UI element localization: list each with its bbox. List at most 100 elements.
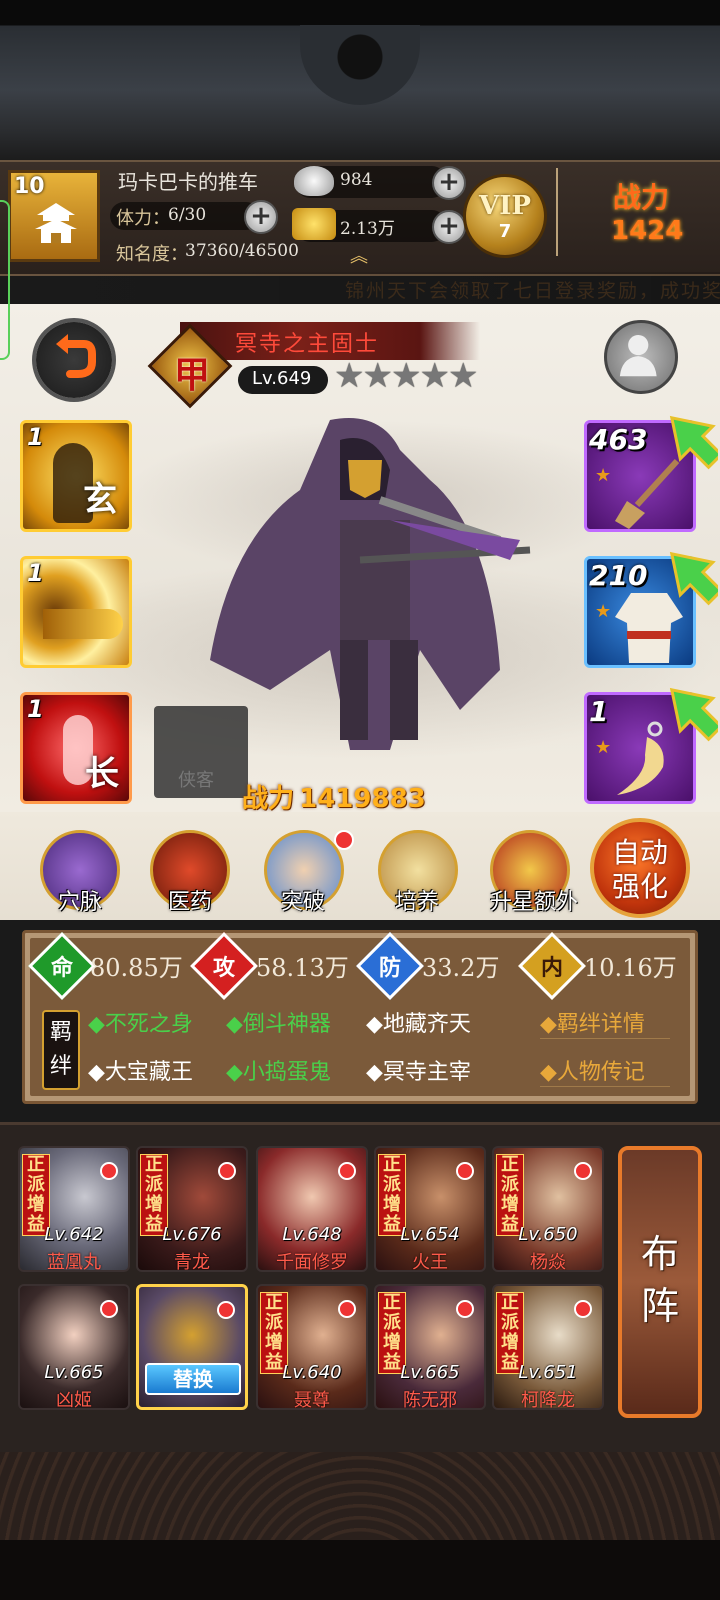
watermark-text: 侠客: [178, 770, 214, 791]
func-label: 穴脉: [57, 890, 102, 915]
hero-name: 蓝凰丸: [47, 1252, 101, 1272]
roster-hero[interactable]: Lv.648 千面修罗: [256, 1146, 368, 1272]
vip-badge[interactable]: VIP 7: [463, 174, 547, 258]
notification-dot: [100, 1300, 118, 1318]
notification-dot: [456, 1162, 474, 1180]
news-ticker: 锦州天下会领取了七日登录奖励，成功奖: [0, 272, 720, 304]
roster-hero[interactable]: Lv.665 凶姬: [18, 1284, 130, 1410]
add-stamina-button[interactable]: +: [244, 200, 278, 234]
back-arrow-icon: [56, 334, 96, 378]
header-power-value: 1424: [611, 216, 684, 246]
notification-dot: [574, 1162, 592, 1180]
hero-level: Lv.640: [282, 1362, 342, 1383]
back-button[interactable]: [36, 322, 112, 398]
stat-value: 33.2万: [422, 954, 500, 982]
stat-key: 攻: [212, 955, 235, 981]
vip-label: VIP: [479, 191, 531, 221]
skill-char: 长: [85, 754, 119, 794]
notification-dot: [217, 1301, 235, 1319]
hero-name: 杨焱: [530, 1252, 566, 1272]
side-drawer-tab[interactable]: [0, 200, 10, 360]
roster-hero[interactable]: 正派增益 Lv.651 柯降龙: [492, 1284, 604, 1410]
hero-power-label: 战力: [242, 784, 295, 814]
stat-key: 命: [50, 955, 73, 981]
roof-ornament: [300, 25, 420, 105]
star-icon: ★: [362, 356, 393, 396]
warrior-silhouette-icon: [619, 334, 657, 377]
star-icon: ★: [595, 601, 612, 622]
roster-hero[interactable]: 正派增益 Lv.665 陈无邪: [374, 1284, 486, 1410]
hero-name: 陈无邪: [403, 1390, 457, 1410]
hero-level: Lv.665: [400, 1362, 460, 1383]
star-icon: ★: [419, 356, 450, 396]
skill-count: 1: [27, 423, 44, 451]
bond-item: ◆大宝藏王: [88, 1060, 193, 1085]
skill-card-1[interactable]: 1 玄: [20, 420, 132, 532]
func-label: 升星额外: [489, 890, 578, 915]
bonds-badge: 羁绊: [42, 1010, 80, 1090]
hero-power-value: 1419883: [299, 784, 426, 814]
hero-name: 冥寺之主固士: [235, 332, 380, 357]
header-power: 战力 1424: [575, 168, 715, 258]
roster-hero[interactable]: 正派增益 Lv.676 青龙: [136, 1146, 248, 1272]
skill-count: 1: [27, 559, 44, 587]
bond-item: ◆冥寺主宰: [366, 1060, 471, 1085]
upgrade-arrow-icon[interactable]: [668, 676, 718, 746]
hero-name: 凶姬: [56, 1390, 92, 1410]
notification-dot: [334, 830, 354, 850]
stat-value: 10.16万: [584, 954, 677, 982]
pagoda-icon: [35, 203, 77, 243]
hero-grade-badge: 甲: [147, 323, 234, 409]
star-icon: ★: [390, 356, 422, 396]
ticker-text: 锦州天下会领取了七日登录奖励，成功奖: [345, 280, 720, 302]
player-level: 10: [14, 174, 45, 199]
player-name: 玛卡巴卡的推车: [118, 170, 258, 194]
skill-card-2[interactable]: 1: [20, 556, 132, 668]
formation-label: 布阵: [640, 1232, 679, 1328]
hero-level: Lv.665: [44, 1362, 104, 1383]
gold-value: 2.13万: [340, 219, 395, 239]
roster-hero[interactable]: 正派增益 Lv.650 杨焱: [492, 1146, 604, 1272]
header-power-label: 战力: [613, 181, 670, 214]
roster-hero[interactable]: 正派增益 Lv.640 聂尊: [256, 1284, 368, 1410]
skill-card-3[interactable]: 1 长: [20, 692, 132, 804]
notification-dot: [574, 1300, 592, 1318]
skill-count: 1: [27, 695, 44, 723]
replace-button[interactable]: 替换: [145, 1363, 241, 1395]
upgrade-arrow-icon[interactable]: [668, 540, 718, 610]
roof-decoration: [0, 0, 720, 160]
bond-details-link[interactable]: ◆羁绊详情: [540, 1006, 670, 1039]
notification-dot: [218, 1162, 236, 1180]
hero-level: Lv.642: [44, 1224, 104, 1245]
hero-level: Lv.648: [282, 1224, 342, 1245]
roster-hero[interactable]: 正派增益 Lv.654 火王: [374, 1146, 486, 1272]
add-silver-button[interactable]: +: [432, 166, 466, 200]
auto-enhance-button[interactable]: 自动强化: [590, 818, 690, 918]
silver-ingot-icon: [294, 166, 334, 196]
hero-level: Lv.676: [162, 1224, 222, 1245]
fame-label: 知名度：: [116, 244, 188, 265]
roster-hero-selected[interactable]: 替换: [136, 1284, 248, 1410]
biography-link[interactable]: ◆人物传记: [540, 1054, 670, 1087]
roster-hero[interactable]: 正派增益 Lv.642 蓝凰丸: [18, 1146, 130, 1272]
bond-item: ◆地藏齐天: [366, 1012, 471, 1037]
hero-detail-button[interactable]: [604, 320, 678, 394]
hero-level: Lv.654: [400, 1224, 460, 1245]
star-icon: ★: [334, 356, 365, 396]
notification-dot: [338, 1162, 356, 1180]
func-label: 突破: [280, 890, 325, 915]
hero-star-rating: ★★★★★: [334, 356, 479, 396]
add-gold-button[interactable]: +: [432, 210, 466, 244]
star-icon: ★: [447, 356, 479, 396]
vip-level: 7: [498, 221, 512, 242]
upgrade-arrow-icon[interactable]: [668, 404, 718, 474]
stamina-label: 体力：: [116, 208, 170, 229]
bonds-label: 羁绊: [49, 1020, 72, 1079]
func-label: 培养: [394, 890, 439, 915]
fame-value: 37360/46500: [185, 241, 299, 261]
bond-item: ◆不死之身: [88, 1012, 193, 1037]
hero-name: 火王: [412, 1252, 448, 1272]
formation-button[interactable]: 布阵: [618, 1146, 702, 1418]
expand-chevron-icon[interactable]: ︽: [342, 248, 376, 268]
notification-dot: [100, 1162, 118, 1180]
